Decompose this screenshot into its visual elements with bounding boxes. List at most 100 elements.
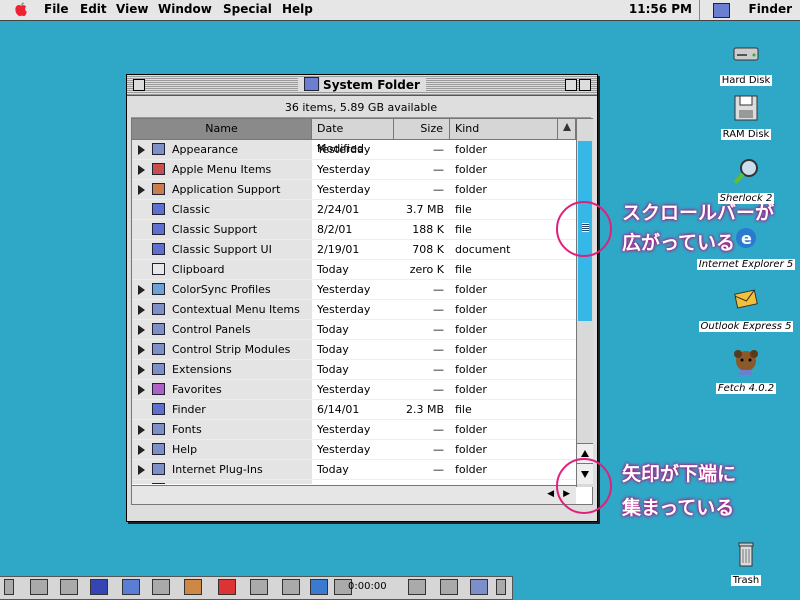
window-title-bar[interactable]: System Folder [127, 75, 597, 96]
collapse-box[interactable] [579, 79, 591, 91]
disclosure-triangle-icon[interactable] [138, 465, 145, 475]
file-icon [152, 403, 165, 415]
file-row[interactable]: Classic Support UI 2/19/01 708 K document [132, 240, 576, 260]
web-sharing-icon[interactable] [470, 579, 488, 595]
file-row[interactable]: Appearance Yesterday — folder [132, 140, 576, 160]
desktop-icon-sherlock[interactable]: Sherlock 2 [696, 156, 796, 204]
file-row[interactable]: Application Support Yesterday — folder [132, 180, 576, 200]
column-size[interactable]: Size [394, 119, 450, 139]
menu-window[interactable]: Window [158, 2, 212, 16]
lock-icon[interactable] [152, 579, 170, 595]
file-row[interactable]: Control Strip Modules Today — folder [132, 340, 576, 360]
disclosure-triangle-icon[interactable] [138, 385, 145, 395]
file-date: Yesterday [317, 443, 371, 456]
file-rows: Appearance Yesterday — folder Apple Menu Ite… [132, 140, 576, 484]
disclosure-triangle-icon[interactable] [138, 345, 145, 355]
desktop-icon-internet-explorer[interactable]: e Internet Explorer 5 [696, 222, 796, 270]
disclosure-triangle-icon[interactable] [138, 145, 145, 155]
file-date: Yesterday [317, 303, 371, 316]
column-kind[interactable]: Kind [450, 119, 558, 139]
file-kind: folder [455, 383, 487, 396]
horizontal-scrollbar[interactable]: ◀ ▶ [132, 485, 576, 504]
file-row[interactable]: Contextual Menu Items Yesterday — folder [132, 300, 576, 320]
zoom-box[interactable] [565, 79, 577, 91]
color-depth-icon[interactable] [218, 579, 236, 595]
finder-app-icon [713, 3, 730, 18]
outlook-express-icon [734, 289, 758, 309]
internet-explorer-icon: e [736, 228, 756, 248]
sort-direction-button[interactable] [558, 119, 576, 139]
disclosure-triangle-icon[interactable] [138, 285, 145, 295]
disclosure-triangle-icon[interactable] [138, 365, 145, 375]
menu-edit[interactable]: Edit [80, 2, 107, 16]
apple-menu-icon[interactable] [14, 2, 28, 17]
sort-triangle-icon [562, 123, 571, 131]
disclosure-triangle-icon[interactable] [138, 425, 145, 435]
file-kind: folder [455, 343, 487, 356]
file-size: — [433, 143, 444, 156]
menubar-clock[interactable]: 11:56 PM [629, 2, 692, 16]
desktop-icon-fetch[interactable]: Fetch 4.0.2 [696, 346, 796, 394]
file-date: 2/24/01 [317, 203, 360, 216]
file-date: Yesterday [317, 143, 371, 156]
desktop-icon-hard-disk[interactable]: Hard Disk [696, 38, 796, 86]
printer-icon[interactable] [282, 579, 300, 595]
moon-sleep-icon[interactable] [90, 579, 108, 595]
disclosure-triangle-icon[interactable] [138, 445, 145, 455]
column-name[interactable]: Name [132, 119, 312, 139]
desktop-icon-ram-disk[interactable]: RAM Disk [696, 92, 796, 140]
monitor-module-icon[interactable] [30, 579, 48, 595]
control-strip-tab[interactable] [4, 579, 14, 595]
window-info-bar: 36 items, 5.89 GB available [131, 99, 591, 118]
file-row[interactable]: Help Yesterday — folder [132, 440, 576, 460]
file-date: Yesterday [317, 183, 371, 196]
menu-view[interactable]: View [116, 2, 148, 16]
file-name: Help [172, 443, 198, 456]
trash-can-icon [738, 542, 754, 567]
file-row[interactable]: ColorSync Profiles Yesterday — folder [132, 280, 576, 300]
file-row[interactable]: Fonts Yesterday — folder [132, 420, 576, 440]
keychain-icon[interactable] [184, 579, 202, 595]
file-row[interactable]: Extensions Today — folder [132, 360, 576, 380]
column-date-modified[interactable]: Date Modified [312, 119, 394, 155]
disclosure-triangle-icon[interactable] [138, 165, 145, 175]
file-name: Extensions [172, 363, 232, 376]
cd-module-icon[interactable] [60, 579, 78, 595]
file-kind: folder [455, 323, 487, 336]
file-row[interactable]: Apple Menu Items Yesterday — folder [132, 160, 576, 180]
file-row[interactable]: Classic 2/24/01 3.7 MB file [132, 200, 576, 220]
control-strip-end-tab[interactable] [496, 579, 506, 595]
scroll-left-arrow-icon[interactable]: ◀ [547, 489, 554, 499]
file-date: Yesterday [317, 383, 371, 396]
file-sharing-icon[interactable] [122, 579, 140, 595]
file-row[interactable]: Control Panels Today — folder [132, 320, 576, 340]
menu-file[interactable]: File [44, 2, 69, 16]
file-row[interactable]: Internet Plug-Ins Today — folder [132, 460, 576, 480]
file-kind: document [455, 243, 511, 256]
file-row[interactable]: Clipboard Today zero K file [132, 260, 576, 280]
sound-volume-icon[interactable] [408, 579, 426, 595]
menu-special[interactable]: Special [223, 2, 272, 16]
resolution-icon[interactable] [250, 579, 268, 595]
control-strip-time: 0:00:00 [348, 581, 387, 592]
file-date: Today [317, 263, 349, 276]
file-row[interactable]: Classic Support 8/2/01 188 K file [132, 220, 576, 240]
vertical-scrollbar[interactable] [576, 119, 593, 487]
magnifier-icon [733, 159, 758, 185]
disclosure-triangle-icon[interactable] [138, 325, 145, 335]
file-row[interactable]: Favorites Yesterday — folder [132, 380, 576, 400]
application-menu[interactable]: Finder [749, 2, 793, 16]
desktop-icon-trash[interactable]: Trash [696, 538, 796, 586]
file-name: Classic [172, 203, 211, 216]
file-row[interactable]: Finder 6/14/01 2.3 MB file [132, 400, 576, 420]
remote-access-icon[interactable] [310, 579, 328, 595]
file-size: — [433, 363, 444, 376]
speech-icon[interactable] [440, 579, 458, 595]
menu-help[interactable]: Help [282, 2, 313, 16]
desktop-icon-outlook-express[interactable]: Outlook Express 5 [696, 284, 796, 332]
disclosure-triangle-icon[interactable] [138, 305, 145, 315]
ram-disk-icon [734, 95, 758, 121]
disclosure-triangle-icon[interactable] [138, 185, 145, 195]
file-row[interactable]: Internet Search Sites Yesterday — folder [132, 480, 576, 484]
close-box[interactable] [133, 79, 145, 91]
